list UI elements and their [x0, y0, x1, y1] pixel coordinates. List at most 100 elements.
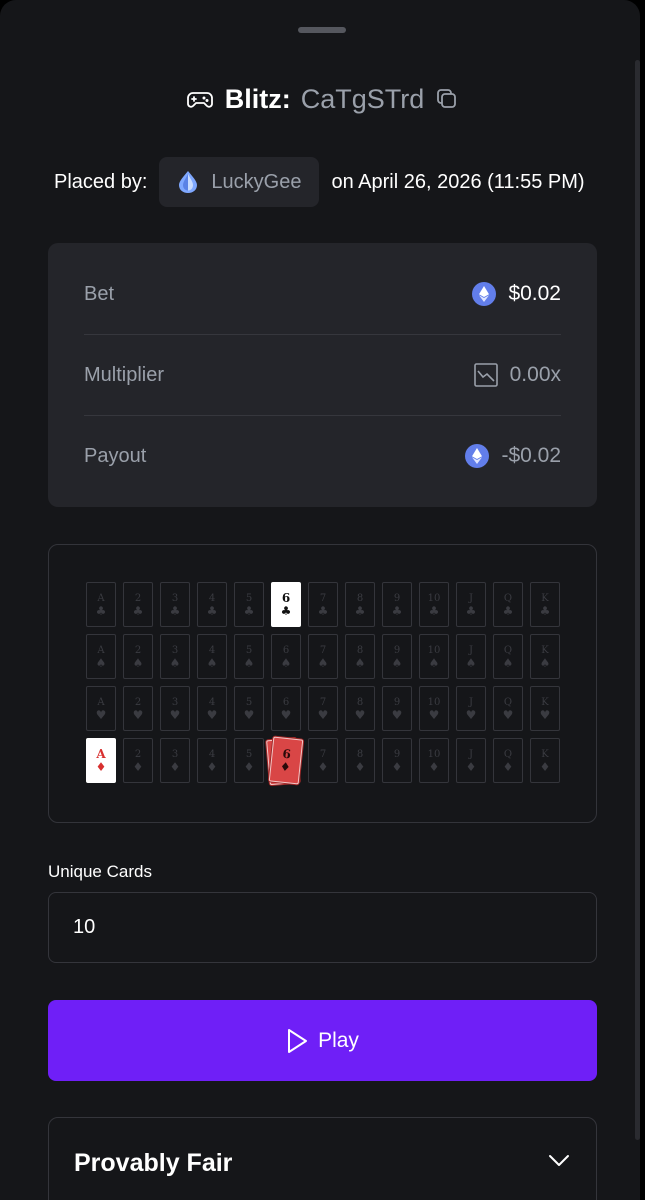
deck-card-slot: 8 ♠ — [345, 634, 375, 679]
card-rank: 2 — [134, 748, 142, 760]
card-rank: 9 — [393, 748, 401, 760]
deck-card-slot: 3 ♥ — [160, 686, 190, 731]
card-rank: 5 — [245, 696, 253, 708]
card-rank: 8 — [356, 748, 364, 760]
card-suit: ♦ — [391, 759, 403, 774]
eth-icon — [472, 282, 497, 306]
drawn-card: 6 ♦ — [268, 736, 304, 785]
payout-row: Payout -$0.02 — [84, 416, 561, 496]
card-rank: A — [97, 696, 105, 708]
card-suit: ♠ — [169, 655, 181, 670]
card-suit: ♥ — [95, 707, 107, 722]
card-suit: ♦ — [354, 759, 366, 774]
deck-card-slot: 4 ♠ — [197, 634, 227, 679]
deck-card-slot: 5 ♠ — [234, 634, 264, 679]
deck-card-slot: K ♠ — [530, 634, 560, 679]
deck-card-slot: 10 ♦ — [419, 738, 449, 783]
card-rank: 8 — [356, 592, 364, 604]
card-suit: ♥ — [317, 707, 329, 722]
card-suit: ♠ — [243, 655, 255, 670]
card-rank: 8 — [356, 644, 364, 656]
card-suit: ♦ — [502, 759, 514, 774]
deck-card-slot: K ♦ — [530, 738, 560, 783]
card-rank: K — [541, 748, 549, 760]
deck-card-slot: 10 ♥ — [419, 686, 449, 731]
card-rank: J — [468, 644, 473, 656]
deck-card-slot: 4 ♣ — [197, 582, 227, 627]
card-suit: ♣ — [428, 603, 440, 618]
card-suit: ♠ — [132, 655, 144, 670]
unique-cards-input[interactable] — [48, 892, 597, 963]
deck-card-slot: 7 ♣ — [308, 582, 338, 627]
card-suit: ♦ — [279, 758, 292, 774]
card-rank: 5 — [245, 748, 253, 760]
card-rank: Q — [503, 644, 513, 656]
drag-handle[interactable] — [298, 27, 346, 33]
card-suit: ♣ — [280, 603, 292, 618]
bet-details-sheet: Blitz: CaTgSTrd Placed by: LuckyGee on A… — [0, 0, 640, 1200]
card-suit: ♣ — [465, 603, 477, 618]
placed-date: on April 26, 2026 (11:55 PM) — [331, 170, 585, 193]
gamepad-icon — [186, 92, 213, 108]
card-suit: ♠ — [354, 655, 366, 670]
card-suit: ♦ — [169, 759, 181, 774]
deck-card-slot: 4 ♦ — [197, 738, 227, 783]
unique-cards-label: Unique Cards — [48, 862, 152, 881]
drawn-card: A ♦ — [86, 738, 116, 783]
card-suit: ♠ — [95, 655, 107, 670]
card-suit: ♣ — [539, 603, 551, 618]
card-rank: 9 — [393, 592, 401, 604]
card-suit: ♦ — [132, 759, 144, 774]
card-suit: ♥ — [354, 707, 366, 722]
card-suit: ♦ — [428, 759, 440, 774]
deck-card-slot: 9 ♠ — [382, 634, 412, 679]
deck-card-slot: 3 ♦ — [160, 738, 190, 783]
card-rank: A — [97, 592, 105, 604]
deck-card-slot: 5 ♣ — [234, 582, 264, 627]
card-suit: ♦ — [95, 759, 107, 774]
card-suit: ♥ — [391, 707, 403, 722]
chevron-down-icon[interactable] — [548, 1154, 570, 1168]
deck-card-slot: 7 ♦ — [308, 738, 338, 783]
placed-by-row: Placed by: LuckyGee on April 26, 2026 (1… — [54, 157, 585, 207]
deck-card-slot: 5 ♦ — [234, 738, 264, 783]
deck-card-slot: 2 ♥ — [123, 686, 153, 731]
deck-card-slot: A ♣ — [86, 582, 116, 627]
card-rank: K — [541, 696, 549, 708]
card-rank: A — [97, 644, 105, 656]
card-suit: ♣ — [317, 603, 329, 618]
card-rank: 10 — [427, 696, 441, 708]
card-rank: 5 — [245, 644, 253, 656]
deck-card-slot: 3 ♣ — [160, 582, 190, 627]
card-rank: 3 — [171, 696, 179, 708]
scrollbar[interactable] — [635, 60, 640, 1140]
deck-card-slot: 3 ♠ — [160, 634, 190, 679]
game-name: Blitz: — [224, 83, 291, 114]
copy-icon[interactable] — [436, 88, 458, 110]
chart-icon — [473, 363, 498, 387]
card-suit: ♣ — [169, 603, 181, 618]
provably-fair-title: Provably Fair — [74, 1149, 233, 1177]
card-suit: ♠ — [502, 655, 514, 670]
deck-card-slot: A ♠ — [86, 634, 116, 679]
user-chip[interactable]: LuckyGee — [159, 157, 320, 207]
card-suit: ♦ — [465, 759, 477, 774]
card-rank: J — [468, 592, 473, 604]
play-icon — [288, 1028, 308, 1053]
card-suit: ♠ — [428, 655, 440, 670]
deck-card-slot: 10 ♠ — [419, 634, 449, 679]
card-suit: ♠ — [206, 655, 218, 670]
card-rank: 8 — [356, 696, 364, 708]
provably-fair-panel[interactable]: Provably Fair — [48, 1117, 597, 1200]
drawn-card: 6 ♣ — [271, 582, 301, 627]
card-suit: ♠ — [317, 655, 329, 670]
deck-card-slot: 8 ♦ — [345, 738, 375, 783]
play-button[interactable]: Play — [48, 1000, 597, 1081]
card-suit: ♦ — [243, 759, 255, 774]
card-suit: ♥ — [206, 707, 218, 722]
card-rank: 4 — [208, 696, 216, 708]
multiplier-row: Multiplier 0.00x — [84, 335, 561, 416]
card-rank: 6 — [281, 590, 291, 605]
bet-row: Bet $0.02 — [84, 254, 561, 335]
deck-card-slot: J ♥ — [456, 686, 486, 731]
